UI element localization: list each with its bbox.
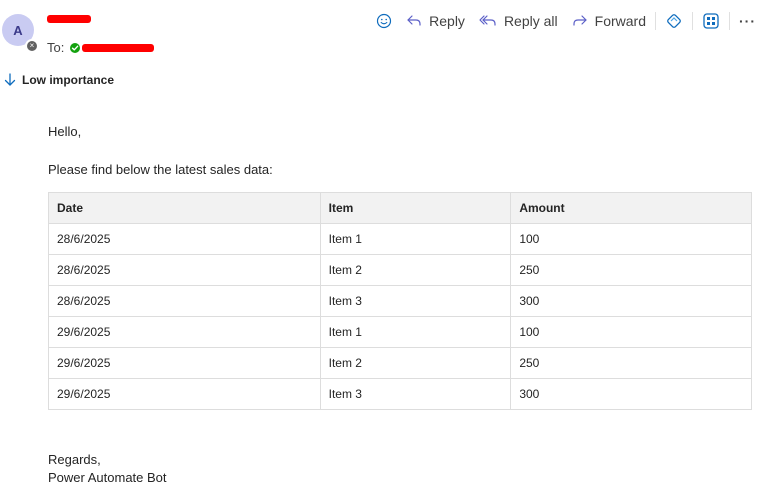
message-toolbar: Reply Reply all Forward ···	[376, 10, 756, 32]
column-header-item: Item	[319, 192, 512, 224]
presence-available-icon	[70, 42, 81, 53]
table-row: 28/6/2025 Item 3 300	[48, 285, 752, 317]
forward-label: Forward	[594, 13, 646, 29]
importance-indicator: Low importance	[4, 73, 114, 87]
table-cell-date: 28/6/2025	[48, 254, 321, 286]
more-ellipsis-icon: ···	[739, 13, 756, 29]
table-row: 29/6/2025 Item 3 300	[48, 378, 752, 410]
message-signature-block: Regards, Power Automate Bot	[48, 451, 167, 487]
message-greeting: Hello,	[48, 124, 82, 139]
table-cell-amount: 250	[510, 347, 752, 379]
table-cell-item: Item 1	[319, 223, 512, 255]
table-cell-date: 28/6/2025	[48, 285, 321, 317]
column-header-amount: Amount	[510, 192, 752, 224]
table-cell-item: Item 3	[319, 378, 512, 410]
reply-all-arrow-icon	[479, 14, 497, 28]
to-label: To:	[47, 40, 65, 55]
importance-label: Low importance	[22, 73, 115, 87]
apps-grid-icon	[702, 12, 720, 30]
toolbar-divider	[729, 12, 730, 30]
table-row: 28/6/2025 Item 1 100	[48, 223, 752, 255]
emoji-reaction-button[interactable]	[376, 13, 392, 29]
toolbar-divider	[655, 12, 656, 30]
column-header-date: Date	[48, 192, 321, 224]
table-cell-amount: 300	[510, 285, 752, 317]
forward-arrow-icon	[572, 14, 588, 28]
table-cell-amount: 300	[510, 378, 752, 410]
table-cell-amount: 100	[510, 223, 752, 255]
table-row: 28/6/2025 Item 2 250	[48, 254, 752, 286]
presence-unknown-icon: ×	[25, 39, 39, 53]
reply-all-label: Reply all	[503, 13, 558, 29]
emoji-smile-icon	[376, 13, 392, 29]
table-header-row: Date Item Amount	[48, 192, 752, 224]
table-row: 29/6/2025 Item 2 250	[48, 347, 752, 379]
recipients-line: To:	[47, 40, 155, 55]
message-intro: Please find below the latest sales data:	[48, 162, 273, 177]
message-signature: Power Automate Bot	[48, 470, 167, 485]
loop-component-button[interactable]	[665, 12, 683, 30]
message-closing: Regards,	[48, 452, 101, 467]
table-cell-item: Item 2	[319, 254, 512, 286]
table-cell-date: 29/6/2025	[48, 316, 321, 348]
table-row: 29/6/2025 Item 1 100	[48, 316, 752, 348]
email-reading-pane: A × To: Reply Reply all Forward ··· Low …	[0, 0, 768, 494]
reply-button[interactable]: Reply	[406, 13, 465, 29]
reply-all-button[interactable]: Reply all	[479, 13, 558, 29]
table-cell-item: Item 3	[319, 285, 512, 317]
loop-icon	[665, 12, 683, 30]
table-cell-item: Item 2	[319, 347, 512, 379]
sender-name-redacted[interactable]	[47, 15, 91, 23]
table-cell-amount: 250	[510, 254, 752, 286]
forward-button[interactable]: Forward	[572, 13, 646, 29]
reply-label: Reply	[429, 13, 465, 29]
table-cell-amount: 100	[510, 316, 752, 348]
table-cell-date: 29/6/2025	[48, 378, 321, 410]
apps-button[interactable]	[702, 12, 720, 30]
more-actions-button[interactable]: ···	[739, 13, 756, 29]
toolbar-divider	[692, 12, 693, 30]
table-cell-date: 28/6/2025	[48, 223, 321, 255]
arrow-down-icon	[4, 73, 22, 87]
table-cell-item: Item 1	[319, 316, 512, 348]
table-cell-date: 29/6/2025	[48, 347, 321, 379]
recipient-name-redacted[interactable]	[82, 43, 155, 52]
sales-data-table: Date Item Amount 28/6/2025 Item 1 100 28…	[48, 192, 752, 410]
reply-arrow-icon	[406, 14, 422, 28]
avatar-initial: A	[13, 22, 23, 38]
